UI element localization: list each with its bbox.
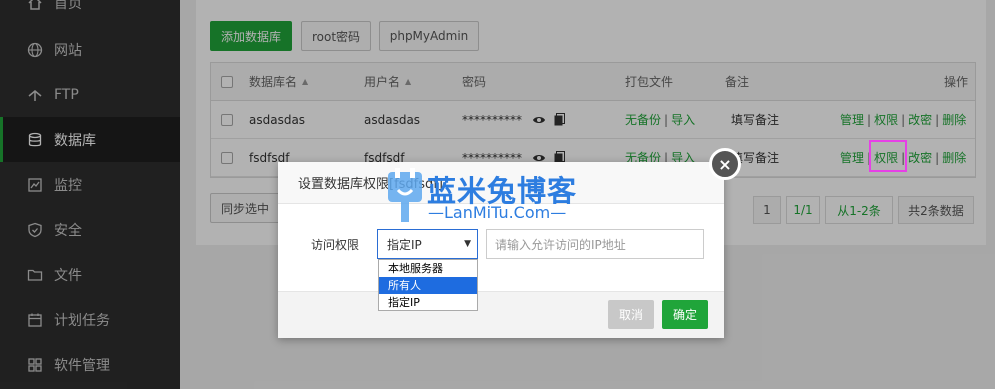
- cancel-button[interactable]: 取消: [608, 300, 654, 329]
- access-select-value: 指定IP: [387, 237, 422, 252]
- watermark-subtitle: —LanMiTu.Com—: [428, 203, 567, 222]
- confirm-button[interactable]: 确定: [662, 300, 708, 329]
- access-dropdown-list: 本地服务器 所有人 指定IP: [378, 259, 478, 311]
- permission-highlight: [869, 140, 907, 172]
- plug-logo-icon: [388, 168, 422, 222]
- dialog-footer: 取消 确定: [278, 291, 724, 338]
- chevron-down-icon: ▼: [464, 239, 471, 249]
- close-icon[interactable]: ×: [709, 148, 741, 180]
- watermark: 蓝米兔博客 —LanMiTu.Com—: [386, 166, 611, 226]
- option-local-server[interactable]: 本地服务器: [379, 260, 477, 277]
- ip-address-input[interactable]: 请输入允许访问的IP地址: [486, 229, 704, 259]
- option-specified-ip[interactable]: 指定IP: [379, 294, 477, 311]
- option-everyone[interactable]: 所有人: [379, 277, 477, 294]
- access-label: 访问权限: [311, 237, 360, 252]
- access-select[interactable]: 指定IP ▼: [377, 229, 478, 259]
